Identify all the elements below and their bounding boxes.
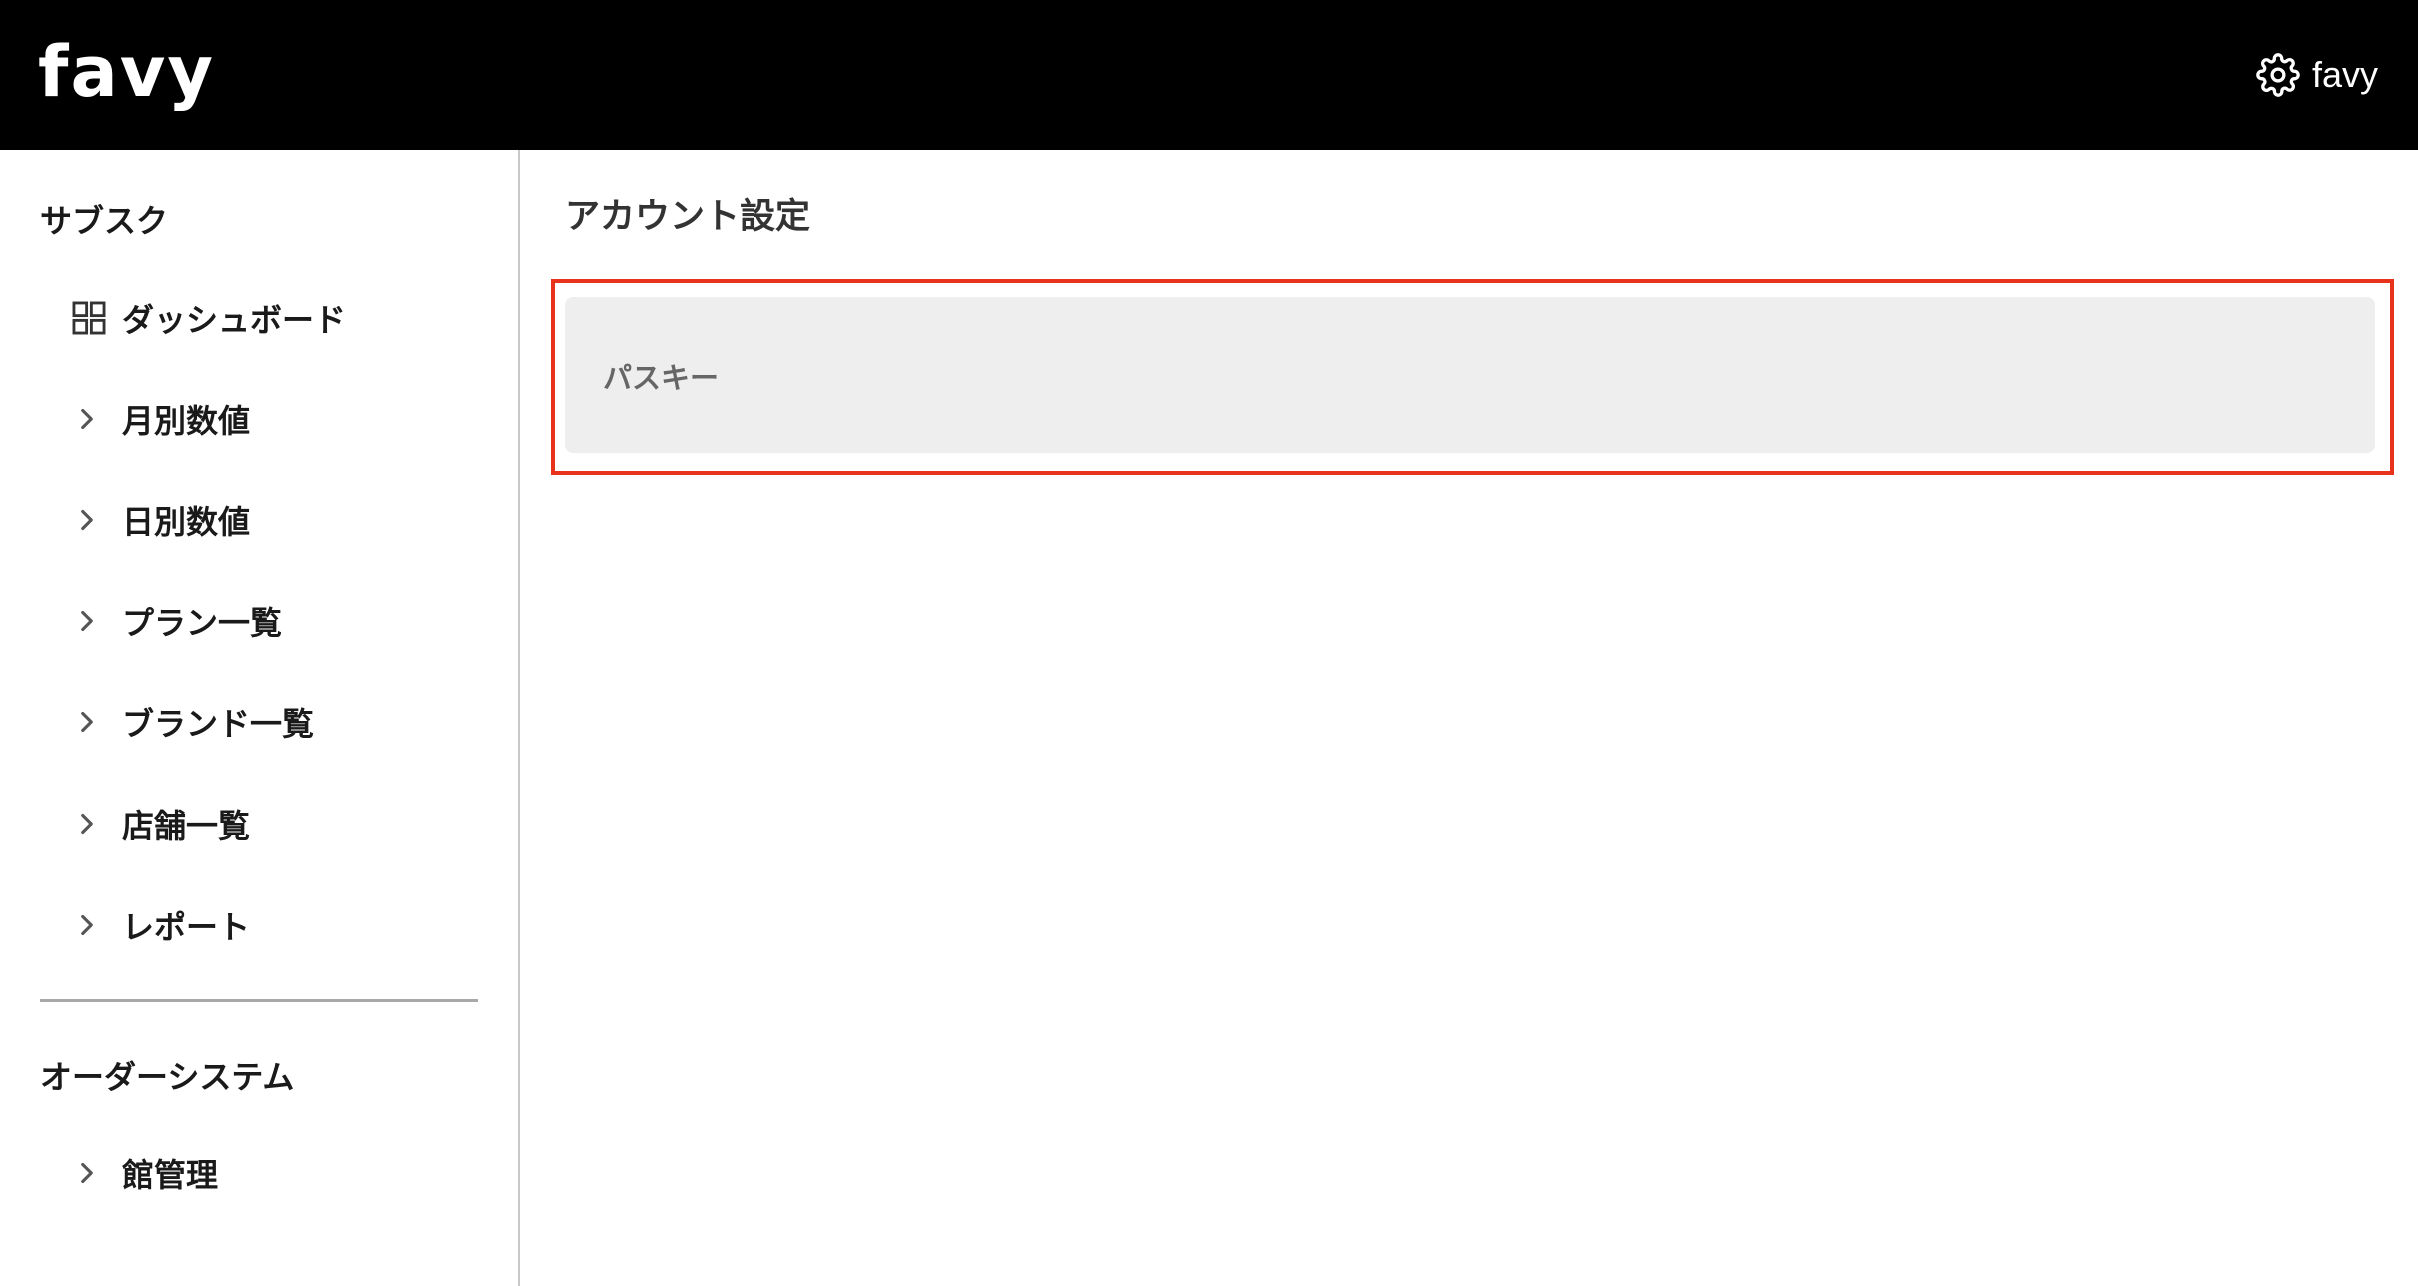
- chevron-right-icon: [81, 711, 93, 733]
- sidebar-item-store-list[interactable]: 店舗一覧: [70, 794, 490, 854]
- sidebar-item-brand-list[interactable]: ブランド一覧: [70, 692, 490, 752]
- sidebar-section-subscription: サブスク: [40, 202, 169, 240]
- sidebar-item-report[interactable]: レポート: [70, 895, 490, 955]
- chevron-right-icon: [81, 408, 93, 430]
- grid-icon: [72, 301, 106, 335]
- sidebar-item-label: 日別数値: [122, 503, 251, 541]
- sidebar-divider: [40, 999, 478, 1002]
- user-name: favy: [2311, 54, 2378, 95]
- sidebar-item-dashboard[interactable]: ダッシュボード: [70, 288, 490, 348]
- chevron-right-icon: [81, 610, 93, 632]
- sidebar-item-label: 月別数値: [122, 402, 251, 440]
- gear-icon: [2256, 53, 2300, 97]
- logo-text: favy: [38, 31, 215, 113]
- sidebar-item-label: 店舗一覧: [122, 807, 251, 845]
- passkey-card[interactable]: パスキー: [565, 297, 2375, 453]
- chevron-right-icon: [81, 509, 93, 531]
- sidebar-item-label: ブランド一覧: [122, 705, 315, 743]
- chevron-right-icon: [81, 914, 93, 936]
- sidebar-item-plan-list[interactable]: プラン一覧: [70, 591, 490, 651]
- account-menu-button[interactable]: favy: [2256, 48, 2378, 102]
- page-title: アカウント設定: [565, 197, 811, 237]
- sidebar-item-monthly-figures[interactable]: 月別数値: [70, 389, 490, 449]
- sidebar-item-label: レポート: [122, 908, 251, 946]
- sidebar-item-label: ダッシュボード: [122, 301, 347, 339]
- favy-logo[interactable]: favy: [38, 22, 215, 122]
- sidebar-item-building-management[interactable]: 館管理: [70, 1143, 490, 1203]
- sidebar-section-order-system: オーダーシステム: [40, 1058, 295, 1096]
- sidebar-item-label: プラン一覧: [122, 604, 283, 642]
- sidebar-item-label: 館管理: [122, 1156, 219, 1194]
- sidebar: サブスク ダッシュボード 月別数値 日別数値 プラン一覧 ブランド一覧 店舗一覧…: [0, 150, 520, 1286]
- chevron-right-icon: [81, 1162, 93, 1184]
- chevron-right-icon: [81, 813, 93, 835]
- top-bar: favy favy: [0, 0, 2418, 150]
- sidebar-item-daily-figures[interactable]: 日別数値: [70, 490, 490, 550]
- passkey-label: パスキー: [603, 361, 720, 395]
